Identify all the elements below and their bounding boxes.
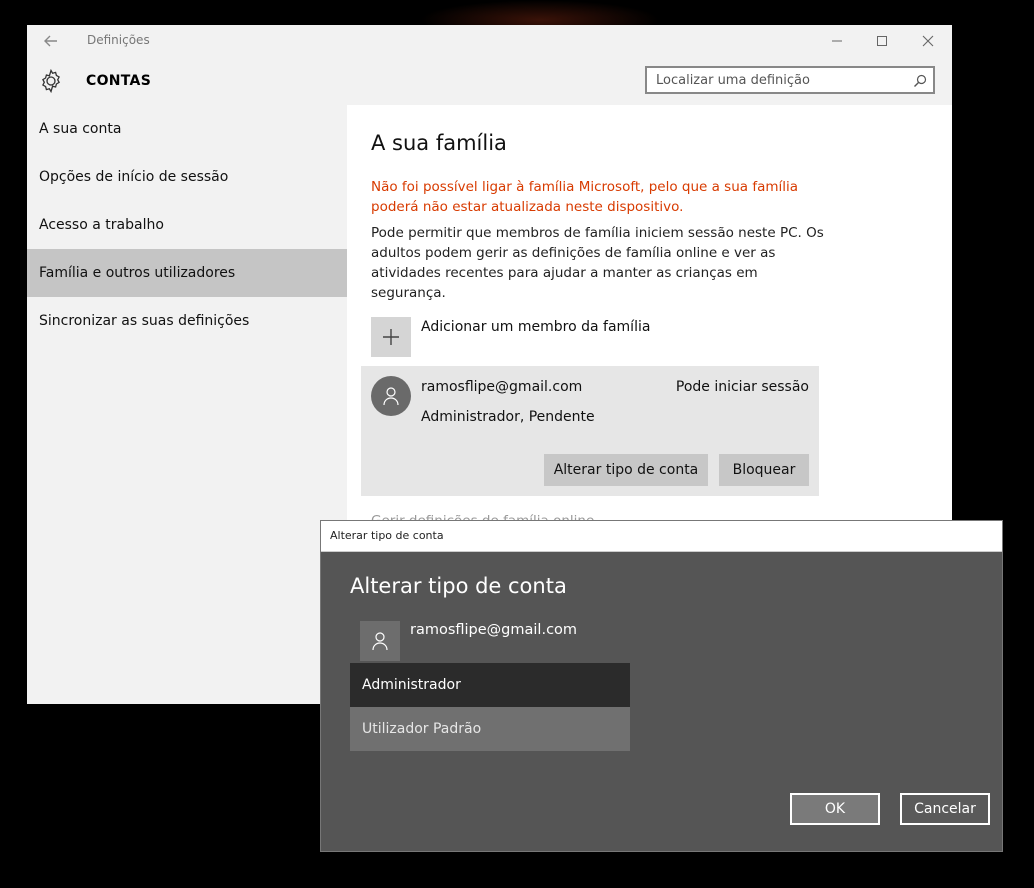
add-family-member-button[interactable]: Adicionar um membro da família — [371, 317, 791, 357]
maximize-button[interactable] — [868, 29, 896, 53]
minimize-button[interactable] — [823, 29, 851, 53]
account-type-option-administrator[interactable]: Administrador — [350, 663, 630, 707]
back-arrow-icon[interactable] — [41, 31, 61, 51]
member-role: Administrador, Pendente — [421, 409, 595, 425]
search-box[interactable] — [645, 66, 935, 94]
section-title: CONTAS — [86, 73, 152, 89]
sidebar-item-sign-in-options[interactable]: Opções de início de sessão — [27, 153, 347, 201]
account-type-option-standard-user[interactable]: Utilizador Padrão — [350, 707, 630, 751]
error-message: Não foi possível ligar à família Microso… — [371, 179, 799, 215]
sidebar-item-work-access[interactable]: Acesso a trabalho — [27, 201, 347, 249]
user-avatar-icon — [371, 376, 411, 416]
close-button[interactable] — [914, 29, 942, 53]
dialog-window-title: Alterar tipo de conta — [330, 529, 444, 542]
page-title: A sua família — [371, 131, 507, 155]
block-button[interactable]: Bloquear — [719, 454, 809, 486]
dialog-heading: Alterar tipo de conta — [350, 574, 567, 598]
cancel-button[interactable]: Cancelar — [900, 793, 990, 825]
sidebar-item-family-other-users[interactable]: Família e outros utilizadores — [27, 249, 347, 297]
sidebar-item-your-account[interactable]: A sua conta — [27, 105, 347, 153]
dialog-title-bar: Alterar tipo de conta — [321, 521, 1002, 552]
member-email: ramosflipe@gmail.com — [421, 379, 583, 395]
sidebar: A sua conta Opções de início de sessão A… — [27, 105, 347, 704]
title-bar: Definições — [27, 25, 952, 57]
search-icon[interactable] — [913, 73, 927, 87]
search-input[interactable] — [647, 68, 925, 92]
member-status: Pode iniciar sessão — [675, 379, 809, 395]
add-family-member-label: Adicionar um membro da família — [421, 319, 651, 335]
sidebar-item-sync-settings[interactable]: Sincronizar as suas definições — [27, 297, 347, 345]
family-description: Pode permitir que membros de família ini… — [371, 225, 824, 301]
user-avatar-icon — [360, 621, 400, 661]
plus-icon — [371, 317, 411, 357]
family-member-card[interactable]: ramosflipe@gmail.com Pode iniciar sessão… — [361, 366, 819, 496]
dialog-user-email: ramosflipe@gmail.com — [410, 622, 578, 638]
settings-header: CONTAS — [27, 57, 952, 105]
change-account-type-button[interactable]: Alterar tipo de conta — [544, 454, 708, 486]
ok-button[interactable]: OK — [790, 793, 880, 825]
change-account-type-dialog: Alterar tipo de conta Alterar tipo de co… — [320, 520, 1003, 852]
gear-icon — [38, 68, 64, 94]
window-title: Definições — [87, 33, 150, 47]
